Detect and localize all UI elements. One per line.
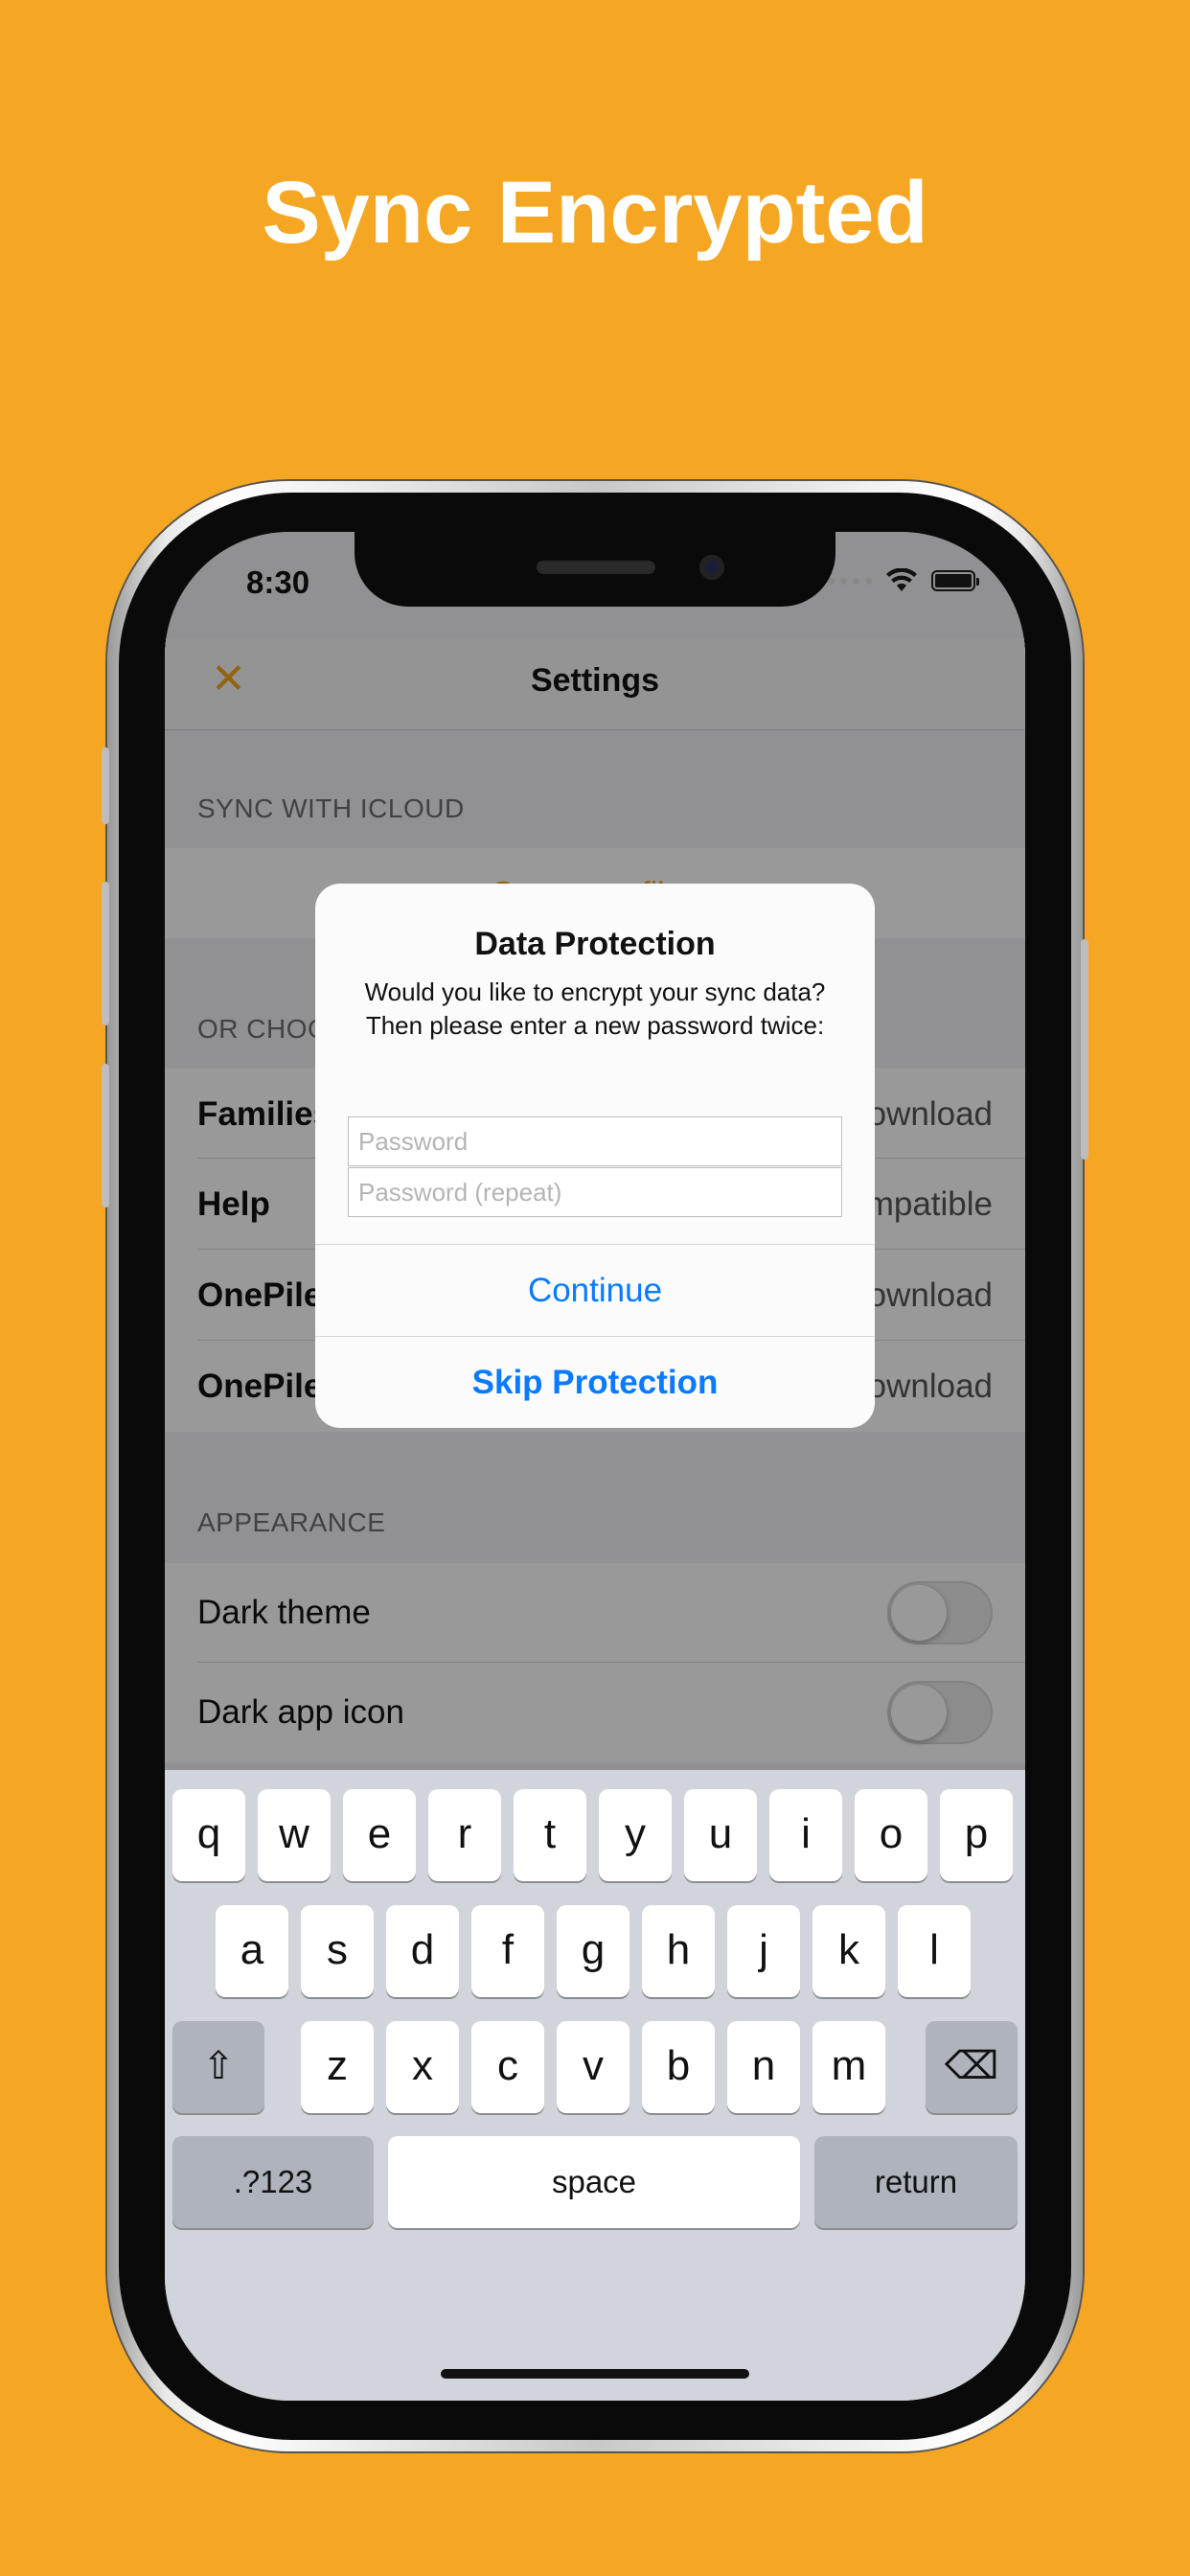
key-f[interactable]: f <box>471 1905 544 1997</box>
camera-icon <box>699 555 724 580</box>
delete-icon[interactable]: ⌫ <box>926 2021 1018 2113</box>
key-i[interactable]: i <box>769 1789 842 1881</box>
skip-protection-button[interactable]: Skip Protection <box>315 1336 875 1428</box>
key-p[interactable]: p <box>940 1789 1013 1881</box>
key-k[interactable]: k <box>812 1905 885 1997</box>
key-w[interactable]: w <box>258 1789 331 1881</box>
return-key[interactable]: return <box>814 2136 1018 2228</box>
key-s[interactable]: s <box>301 1905 374 1997</box>
key-y[interactable]: y <box>599 1789 672 1881</box>
key-d[interactable]: d <box>386 1905 459 1997</box>
space-key[interactable]: space <box>388 2136 800 2228</box>
continue-button[interactable]: Continue <box>315 1244 875 1337</box>
key-z[interactable]: z <box>301 2021 374 2113</box>
key-b[interactable]: b <box>642 2021 715 2113</box>
notch <box>355 532 835 607</box>
dialog-message: Would you like to encrypt your sync data… <box>364 978 826 1040</box>
keyboard: q w e r t y u i o p a s d f g h j k l ⇧ … <box>165 1770 1025 2401</box>
mute-switch <box>102 748 109 824</box>
password-repeat-input[interactable] <box>348 1167 842 1217</box>
key-r[interactable]: r <box>428 1789 501 1881</box>
key-j[interactable]: j <box>727 1905 800 1997</box>
wifi-icon <box>886 568 917 591</box>
power-button <box>1081 939 1088 1160</box>
key-m[interactable]: m <box>812 2021 885 2113</box>
key-t[interactable]: t <box>514 1789 586 1881</box>
phone-screen: 8:30 ✕ Settings SYNC WITH ICLOUD Sync yo… <box>165 532 1025 2401</box>
data-protection-dialog: Data Protection Would you like to encryp… <box>315 884 875 1428</box>
key-n[interactable]: n <box>727 2021 800 2113</box>
key-o[interactable]: o <box>855 1789 927 1881</box>
key-a[interactable]: a <box>216 1905 288 1997</box>
key-g[interactable]: g <box>557 1905 629 1997</box>
key-v[interactable]: v <box>557 2021 629 2113</box>
key-h[interactable]: h <box>642 1905 715 1997</box>
key-q[interactable]: q <box>172 1789 245 1881</box>
password-input[interactable] <box>348 1116 842 1166</box>
key-l[interactable]: l <box>898 1905 971 1997</box>
key-e[interactable]: e <box>343 1789 416 1881</box>
signal-icon <box>828 577 872 585</box>
volume-up-button <box>102 882 109 1025</box>
key-c[interactable]: c <box>471 2021 544 2113</box>
shift-icon[interactable]: ⇧ <box>172 2021 264 2113</box>
key-x[interactable]: x <box>386 2021 459 2113</box>
key-u[interactable]: u <box>684 1789 757 1881</box>
battery-icon <box>931 570 979 591</box>
numbers-key[interactable]: .?123 <box>172 2136 374 2228</box>
home-indicator[interactable] <box>441 2369 749 2379</box>
status-indicators <box>828 568 979 593</box>
dialog-title: Data Protection <box>474 926 716 962</box>
volume-down-button <box>102 1064 109 1208</box>
headline: Sync Encrypted <box>262 164 928 262</box>
